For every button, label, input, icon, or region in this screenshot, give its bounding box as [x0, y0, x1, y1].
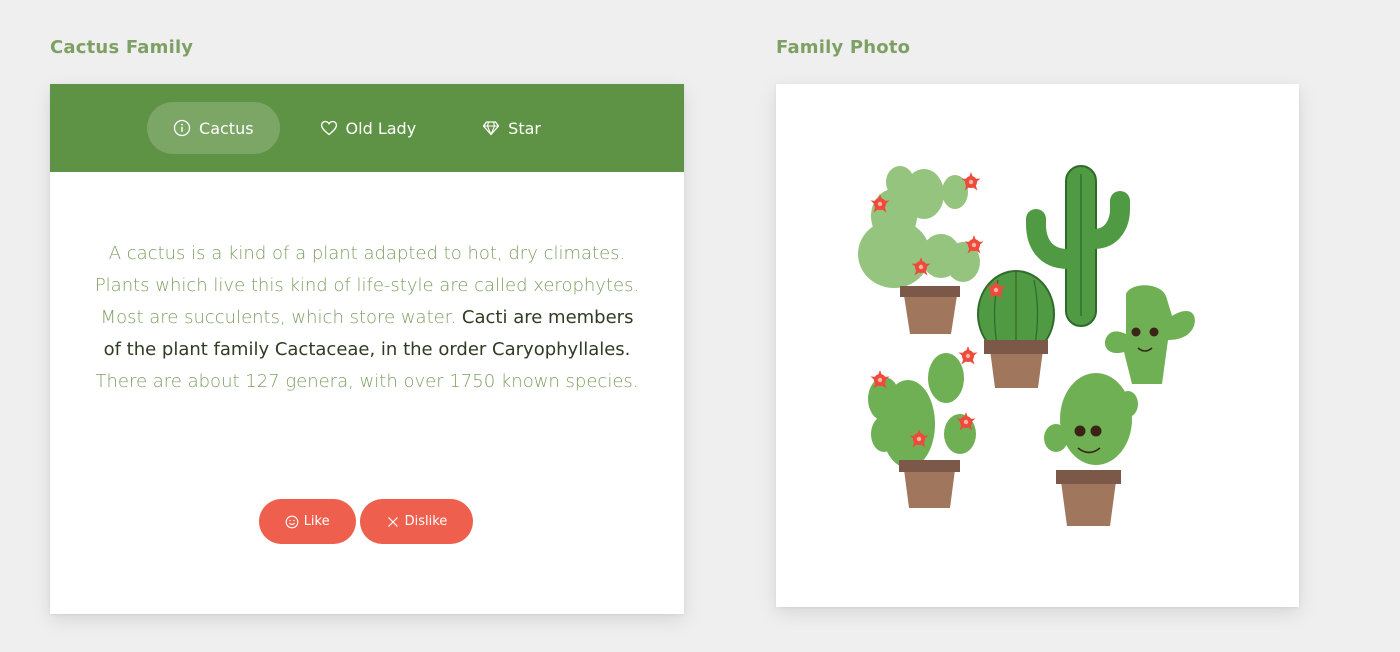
smile-icon [285, 515, 299, 529]
cactus-barrel [977, 270, 1055, 388]
cactus-info-card: Cactus Old Lady Star A cactus is a kind … [50, 84, 684, 614]
cactus-description: A cactus is a kind of a plant adapted to… [90, 238, 644, 398]
close-icon [386, 515, 400, 529]
vote-buttons: Like Dislike [50, 499, 684, 544]
section-title-cactus-family: Cactus Family [50, 37, 194, 58]
section-title-family-photo: Family Photo [776, 37, 911, 58]
description-text: There are about 127 genera, with over 17… [95, 371, 639, 392]
family-photo-card [776, 84, 1299, 607]
like-button[interactable]: Like [258, 499, 356, 544]
tab-label: Old Lady [345, 118, 417, 138]
cactus-multi-arm [868, 346, 978, 508]
tab-bar: Cactus Old Lady Star [50, 84, 684, 172]
tab-old-lady[interactable]: Old Lady [294, 102, 443, 154]
diamond-icon [482, 119, 500, 137]
heart-icon [320, 119, 338, 137]
cactus-smiling-right [1104, 285, 1195, 384]
cactus-family-illustration [858, 165, 1195, 526]
info-icon [173, 119, 191, 137]
tab-cactus[interactable]: Cactus [147, 102, 280, 154]
cactus-prickly-pear [858, 166, 984, 334]
like-label: Like [303, 514, 330, 529]
tab-label: Cactus [199, 118, 254, 138]
dislike-button[interactable]: Dislike [359, 499, 474, 544]
dislike-label: Dislike [404, 514, 448, 529]
tab-label: Star [508, 118, 541, 138]
tab-star[interactable]: Star [456, 102, 567, 154]
cactus-smiling-pot [1044, 373, 1138, 526]
